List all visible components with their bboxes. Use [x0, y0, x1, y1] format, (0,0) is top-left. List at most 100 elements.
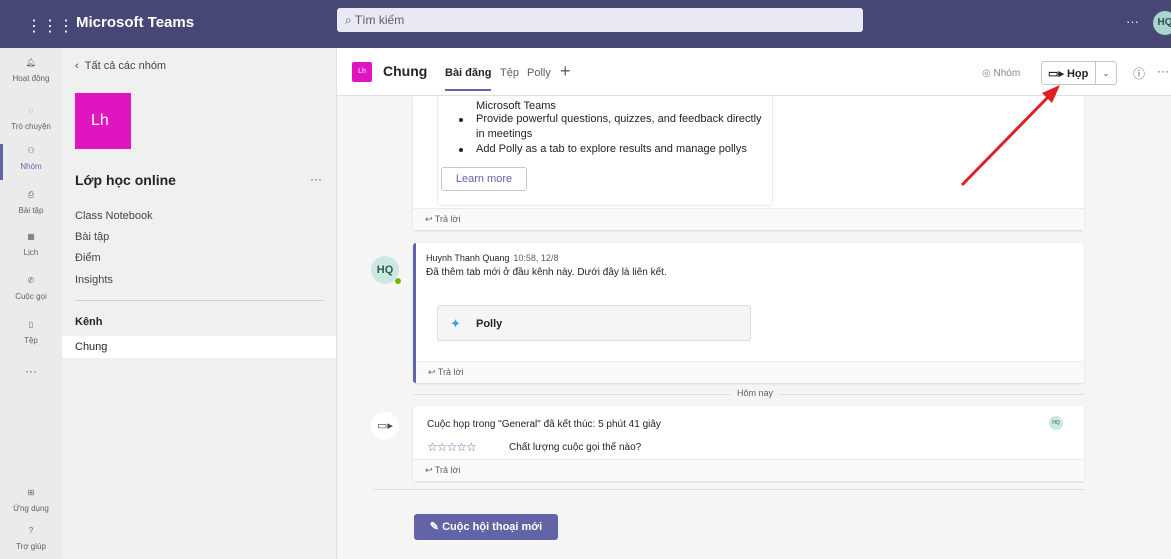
reply-icon: ↩: [425, 465, 435, 475]
info-line: Provide powerful questions, quizzes, and…: [476, 113, 762, 125]
apps-icon: ⊞: [27, 488, 35, 497]
info-line: Add Polly as a tab to explore results an…: [476, 143, 747, 155]
polly-info-box: Microsoft Teams Provide powerful questio…: [437, 96, 773, 206]
new-conversation-label: Cuộc hội thoại mới: [442, 521, 543, 533]
info-line: Microsoft Teams: [476, 100, 556, 112]
app-title: Microsoft Teams: [76, 14, 195, 31]
rail-label: Tệp: [24, 336, 38, 345]
meeting-summary-card: Cuộc họp trong "General" đã kết thúc: 5 …: [413, 406, 1084, 481]
top-bar: ⋮⋮⋮ Microsoft Teams ⌕ Tìm kiếm ··· HQ: [0, 0, 1171, 48]
info-icon[interactable]: ⓘ: [1133, 65, 1145, 82]
polly-tab-label: Polly: [476, 318, 503, 330]
team-name: Lớp học online: [75, 172, 176, 188]
search-input[interactable]: ⌕ Tìm kiếm: [337, 8, 863, 32]
rail-label: Bài tập: [18, 206, 44, 215]
meet-label: Họp: [1066, 68, 1089, 80]
meeting-ended-icon: ▭▸: [371, 412, 399, 440]
reply-icon: ↩: [425, 214, 435, 224]
rail-label: Ứng dụng: [13, 504, 49, 513]
team-link-assignments[interactable]: Bài tập: [75, 231, 109, 243]
compose-icon: ✎: [429, 521, 443, 533]
rail-label: Trợ giúp: [16, 542, 46, 551]
team-link-insights[interactable]: Insights: [75, 274, 113, 286]
reply-label: Trả lời: [434, 214, 461, 224]
add-tab-button[interactable]: +: [560, 61, 571, 82]
team-avatar: Lh: [75, 93, 131, 149]
learn-more-button[interactable]: Learn more: [441, 167, 527, 191]
file-icon: ▯: [28, 320, 34, 329]
rail-label: Trò chuyện: [11, 122, 51, 131]
search-placeholder: Tìm kiếm: [354, 13, 405, 27]
team-more-icon[interactable]: ···: [310, 172, 322, 186]
new-conversation-button[interactable]: ✎ Cuộc hội thoại mới: [414, 514, 558, 540]
reply-row[interactable]: ↩ Trả lời: [416, 361, 1084, 383]
user-avatar[interactable]: HQ: [1153, 11, 1171, 35]
bullet-dot: [459, 148, 463, 152]
rail-item-calendar[interactable]: ▦ Lịch: [0, 226, 62, 270]
tab-files[interactable]: Tệp: [500, 67, 519, 79]
channel-item-general[interactable]: Chung: [62, 336, 336, 358]
app-launcher-icon[interactable]: ⋮⋮⋮: [26, 16, 74, 36]
rail-item-teams[interactable]: ⚇ Nhóm: [0, 140, 62, 184]
chevron-left-icon: ‹: [75, 60, 85, 72]
rail-item-assignments[interactable]: ⎙ Bài tập: [0, 184, 62, 228]
app-rail: 🔔︎ Hoạt động ◌ Trò chuyện ⚇ Nhóm ⎙ Bài t…: [0, 48, 62, 559]
assignments-icon: ⎙: [27, 190, 35, 199]
calendar-icon: ▦: [27, 232, 35, 241]
rail-item-calls[interactable]: ✆ Cuộc gọi: [0, 270, 62, 314]
rail-item-help[interactable]: ? Trợ giúp: [0, 520, 62, 559]
rail-item-activity[interactable]: 🔔︎ Hoạt động: [0, 52, 62, 96]
rail-item-chat[interactable]: ◌ Trò chuyện: [0, 100, 62, 144]
help-icon: ?: [28, 526, 34, 535]
tab-polly[interactable]: Polly: [527, 67, 551, 79]
post-time: 10:58, 12/8: [513, 253, 559, 263]
call-quality-question: Chất lượng cuộc gọi thế nào?: [509, 442, 642, 453]
post-message: Đã thêm tab mới ở đầu kênh này. Dưới đây…: [426, 267, 667, 278]
post-author: Huynh Thanh Quang: [426, 253, 510, 263]
date-separator-label: Hôm nay: [731, 388, 780, 398]
channels-section-title: Kênh: [75, 316, 103, 328]
chevron-down-icon: ⌄: [1102, 68, 1110, 78]
rail-label: Cuộc gọi: [15, 292, 47, 301]
meeting-summary-title: Cuộc họp trong "General" đã kết thúc: 5 …: [427, 419, 661, 430]
polly-tab-link-card[interactable]: ✦ Polly: [437, 305, 751, 341]
teams-icon: ⚇: [27, 146, 35, 155]
chat-icon: ◌: [28, 106, 34, 115]
rating-stars[interactable]: ☆☆☆☆☆: [427, 440, 477, 454]
reply-label: Trả lời: [434, 465, 461, 475]
channel-name: Chung: [383, 63, 428, 79]
bell-icon: 🔔︎: [25, 58, 37, 67]
polly-icon: ✦: [450, 316, 461, 331]
reply-icon: ↩: [428, 367, 438, 377]
team-link-class-notebook[interactable]: Class Notebook: [75, 210, 153, 222]
bullet-dot: [459, 118, 463, 122]
back-to-all-teams[interactable]: ‹ Tất cả các nhóm: [75, 60, 166, 72]
rail-label: Lịch: [23, 248, 39, 257]
team-link-grades[interactable]: Điểm: [75, 252, 101, 264]
participant-avatar[interactable]: HQ: [1049, 416, 1063, 430]
rail-more-apps[interactable]: ···: [0, 358, 62, 402]
rail-item-files[interactable]: ▯ Tệp: [0, 314, 62, 358]
reply-label: Trả lời: [437, 367, 464, 377]
post-card: Huynh Thanh Quang 10:58, 12/8 Đã thêm tab…: [413, 243, 1084, 383]
feed-divider: [373, 489, 1084, 490]
reply-row[interactable]: ↩ Trả lời: [413, 208, 1084, 230]
reply-row[interactable]: ↩ Trả lời: [413, 459, 1084, 481]
search-icon: ⌕: [345, 13, 352, 27]
channel-team-badge: Lh: [352, 62, 372, 82]
info-line: in meetings: [476, 128, 533, 140]
rail-label: Nhóm: [20, 162, 42, 171]
back-label: Tất cả các nhóm: [84, 60, 167, 72]
presence-status-icon: [394, 277, 402, 285]
tab-posts[interactable]: Bài đăng: [445, 67, 492, 91]
post-author-line: Huynh Thanh Quang 10:58, 12/8: [426, 253, 558, 263]
panel-divider: [75, 300, 323, 301]
phone-icon: ✆: [27, 276, 35, 285]
more-icon: ···: [25, 364, 37, 378]
rail-label: Hoạt động: [12, 74, 50, 83]
settings-more-icon[interactable]: ···: [1126, 14, 1139, 29]
meet-dropdown-button[interactable]: ⌄: [1095, 61, 1117, 85]
header-more-icon[interactable]: ···: [1157, 64, 1169, 78]
team-panel: ‹ Tất cả các nhóm Lh Lớp học online ··· …: [62, 48, 337, 559]
annotation-arrow: [960, 85, 1060, 187]
